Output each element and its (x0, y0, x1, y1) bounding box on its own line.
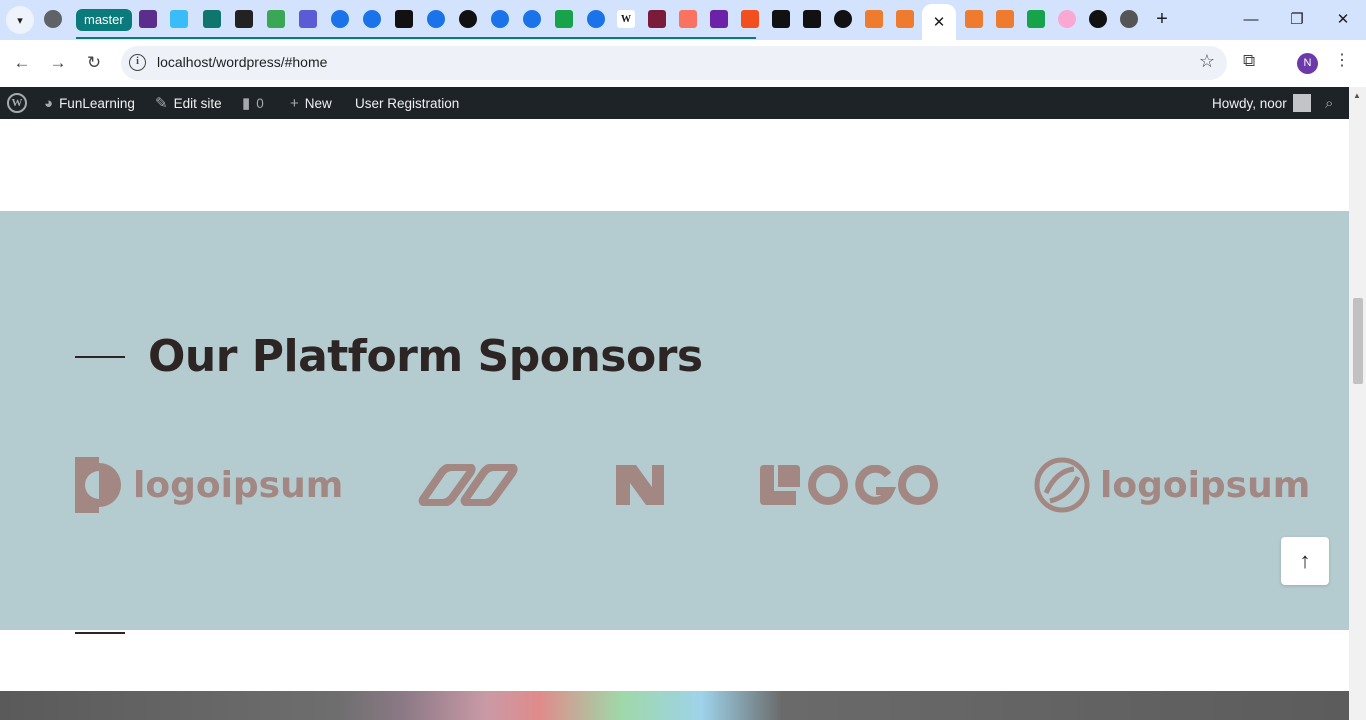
new-label: New (304, 95, 332, 111)
logoipsum-mark-icon (75, 457, 121, 513)
sponsor-logo-links[interactable] (416, 457, 520, 513)
tab-icon-14[interactable] (555, 10, 573, 28)
admin-search-button[interactable]: ⌕ (1325, 87, 1333, 119)
tab-group-master[interactable]: master (76, 9, 132, 31)
user-avatar (1292, 94, 1311, 112)
page-scrollbar[interactable]: ▲ (1349, 87, 1366, 720)
site-info-icon[interactable]: i (129, 54, 146, 71)
figma-tab-icon[interactable] (741, 10, 759, 28)
browser-tab-strip: ▾ master W ✕ + — ❐ ✕ (0, 0, 1366, 40)
xampp-tab-icon-4[interactable] (996, 10, 1014, 28)
tab-icon-15[interactable] (587, 10, 605, 28)
heading-rule (75, 356, 125, 358)
wp-admin-bar: W ◕ FunLearning ✎ Edit site ▮ 0 + New Us… (0, 87, 1366, 119)
globe-tab-icon[interactable] (44, 10, 62, 28)
howdy-label: Howdy, noor (1212, 95, 1287, 111)
sponsor-logo-logoipsum-circle[interactable]: logoipsum (1034, 457, 1310, 513)
tab-icon-17[interactable] (648, 10, 666, 28)
tab-icon-21[interactable] (772, 10, 790, 28)
tab-group-underline (76, 37, 756, 39)
tab-icon-7[interactable] (331, 10, 349, 28)
wikipedia-tab-icon[interactable]: W (617, 10, 635, 28)
new-tab-button[interactable]: + (1150, 8, 1174, 32)
logoipsum-wordmark-2: logoipsum (1100, 464, 1311, 506)
logo-wordmark-icon (760, 465, 938, 505)
address-bar[interactable]: i localhost/wordpress/#home ☆ (121, 46, 1227, 80)
tailwind-tab-icon[interactable] (170, 10, 188, 28)
openai-tab-icon[interactable] (1120, 10, 1138, 28)
site-name-label: FunLearning (59, 95, 135, 111)
comments-menu[interactable]: ▮ 0 (242, 87, 264, 119)
xampp-tab-icon-2[interactable] (896, 10, 914, 28)
plus-icon: + (290, 94, 299, 112)
brush-icon: ✎ (155, 95, 168, 112)
codepen-tab-icon[interactable] (235, 10, 253, 28)
edit-site-label: Edit site (173, 95, 222, 111)
active-tab-close-button[interactable]: ✕ (922, 4, 956, 40)
wp-logo-menu[interactable]: W (7, 87, 27, 119)
tab-icon-29[interactable] (1058, 10, 1076, 28)
new-content-menu[interactable]: + New (290, 87, 332, 119)
tab-icon-5[interactable] (267, 10, 285, 28)
scroll-up-arrow-icon[interactable]: ▲ (1353, 91, 1361, 100)
user-registration-label: User Registration (355, 95, 460, 111)
sponsor-logo-logo[interactable] (760, 457, 938, 513)
wordpress-logo-icon: W (7, 93, 27, 113)
github-tab-icon-2[interactable] (1089, 10, 1107, 28)
scroll-to-top-button[interactable]: ↑ (1281, 537, 1329, 585)
sponsor-logo-n[interactable] (616, 457, 664, 513)
extensions-puzzle-icon[interactable]: ⧉ (1243, 51, 1255, 71)
tab-icon-10[interactable] (427, 10, 445, 28)
next-section-rule (75, 632, 125, 634)
tab-icon-19[interactable] (710, 10, 728, 28)
dashboard-gauge-icon: ◕ (44, 94, 54, 112)
tab-icon-13[interactable] (523, 10, 541, 28)
tab-icon-23[interactable] (834, 10, 852, 28)
window-close-button[interactable]: ✕ (1320, 8, 1366, 32)
profile-avatar[interactable]: N (1297, 53, 1318, 74)
tab-icon-12[interactable] (491, 10, 509, 28)
url-text[interactable]: localhost/wordpress/#home (157, 54, 327, 70)
site-name-menu[interactable]: ◕ FunLearning (44, 87, 135, 119)
logoipsum-wordmark: logoipsum (133, 464, 344, 506)
sponsor-logo-logoipsum[interactable]: logoipsum (75, 457, 343, 513)
my-account-menu[interactable]: Howdy, noor (1212, 87, 1311, 119)
edit-site-menu[interactable]: ✎ Edit site (155, 87, 222, 119)
tab-icon-8[interactable] (363, 10, 381, 28)
back-arrow-icon[interactable]: ← (10, 51, 34, 75)
page-content: Our Platform Sponsors logoipsum logoipsu… (0, 119, 1349, 720)
restore-button[interactable]: ❐ (1274, 8, 1320, 32)
search-icon: ⌕ (1325, 94, 1334, 112)
n-mark-icon (616, 465, 664, 505)
user-registration-menu[interactable]: User Registration (355, 87, 459, 119)
github-tab-icon[interactable] (459, 10, 477, 28)
reload-icon[interactable]: ↻ (82, 51, 106, 75)
infinity-links-icon (418, 464, 518, 506)
tab-icon-22[interactable] (803, 10, 821, 28)
tab-icon-6[interactable] (299, 10, 317, 28)
xampp-tab-icon-3[interactable] (965, 10, 983, 28)
logoipsum-circle-icon (1034, 457, 1090, 513)
bookmark-star-icon[interactable]: ☆ (1199, 51, 1215, 72)
browser-menu-icon[interactable]: ⋮ (1334, 50, 1350, 70)
tab-search-icon[interactable]: ▾ (6, 6, 34, 34)
sponsors-heading: Our Platform Sponsors (148, 331, 703, 382)
forward-arrow-icon[interactable]: → (46, 51, 70, 75)
browser-toolbar: ← → ↻ i localhost/wordpress/#home ☆ ⧉ N … (0, 40, 1366, 87)
coolors-tab-icon[interactable] (139, 10, 157, 28)
tab-icon-18[interactable] (679, 10, 697, 28)
sponsors-section: Our Platform Sponsors logoipsum logoipsu… (0, 211, 1349, 630)
minimize-button[interactable]: — (1228, 8, 1274, 32)
chalk-photo-banner (0, 691, 1349, 720)
scrollbar-thumb[interactable] (1353, 298, 1363, 384)
tab-icon-28[interactable] (1027, 10, 1045, 28)
tab-icon-3[interactable] (203, 10, 221, 28)
comments-count: 0 (256, 95, 264, 111)
xampp-tab-icon[interactable] (865, 10, 883, 28)
comment-bubble-icon: ▮ (242, 95, 251, 112)
tab-icon-9[interactable] (395, 10, 413, 28)
